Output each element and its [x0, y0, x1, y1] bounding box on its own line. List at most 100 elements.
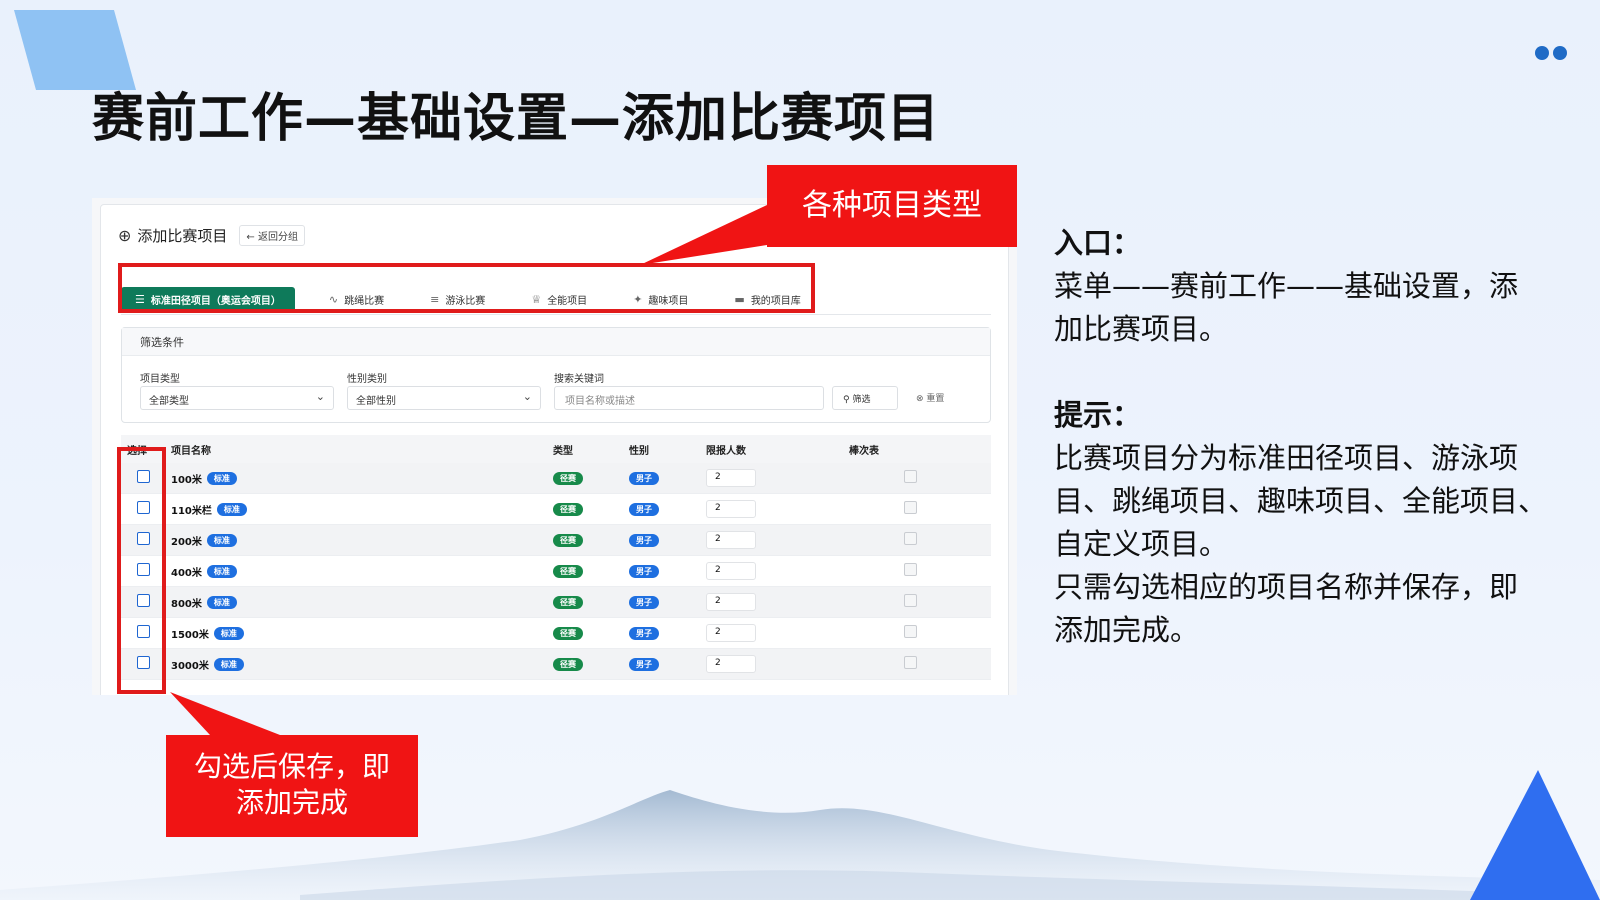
limit-cell: 2 [706, 562, 849, 580]
limit-input[interactable]: 2 [706, 624, 756, 642]
standard-badge: 标准 [216, 502, 247, 516]
relay-checkbox[interactable] [904, 532, 917, 545]
page-header: ⊕ 添加比赛项目 ← 返回分组 [118, 225, 305, 246]
col-limit: 限报人数 [706, 445, 746, 457]
page-title: 添加比赛项目 [137, 227, 228, 245]
table-row: 200米 标准 径赛 男子 2 [121, 525, 991, 556]
gender-badge: 男子 [629, 626, 659, 640]
event-name: 110米栏 [171, 505, 212, 517]
gender-filter-select[interactable]: 全部性别 ⌄ [347, 386, 541, 410]
limit-cell: 2 [706, 500, 849, 518]
filter-button[interactable]: ⚲ 筛选 [832, 386, 898, 410]
event-name: 100米 [171, 474, 202, 486]
gender-cell: 男子 [629, 564, 706, 578]
type-filter-select[interactable]: 全部类型 ⌄ [140, 386, 334, 410]
col-type: 类型 [553, 445, 573, 457]
entry-heading: 入口： [1054, 226, 1142, 260]
standard-badge: 标准 [206, 564, 237, 578]
type-cell: 径赛 [553, 502, 629, 516]
limit-input[interactable]: 2 [706, 562, 756, 580]
events-table: 选择 项目名称 类型 性别 限报人数 棒次表 100米 标准 径赛 男子 2 110米栏标… [121, 435, 991, 680]
table-header: 选择 项目名称 类型 性别 限报人数 棒次表 [121, 435, 991, 463]
standard-badge: 标准 [206, 471, 237, 485]
keyword-label: 搜索关键词 [554, 374, 604, 385]
relay-cell [849, 470, 949, 486]
relay-checkbox[interactable] [904, 594, 917, 607]
limit-input[interactable]: 2 [706, 655, 756, 673]
relay-cell [849, 501, 949, 517]
standard-badge: 标准 [213, 626, 244, 640]
type-cell: 径赛 [553, 533, 629, 547]
add-circle-icon: ⊕ [118, 226, 132, 245]
event-name: 1500米 [171, 629, 209, 641]
standard-badge: 标准 [213, 657, 244, 671]
event-name: 200米 [171, 536, 202, 548]
type-badge: 径赛 [553, 471, 583, 485]
side-notes: 入口： 菜单——赛前工作——基础设置，添 加比赛项目。 提示： 比赛项目分为标准… [1054, 222, 1574, 652]
relay-cell [849, 563, 949, 579]
gender-cell: 男子 [629, 533, 706, 547]
type-badge: 径赛 [553, 595, 583, 609]
tip-text-line: 目、跳绳项目、趣味项目、全能项目、 [1054, 484, 1548, 518]
gender-cell: 男子 [629, 502, 706, 516]
limit-input[interactable]: 2 [706, 500, 756, 518]
reset-button[interactable]: ⊗ 重置 [906, 386, 954, 410]
tip-text-line: 添加完成。 [1054, 613, 1200, 647]
search-icon: ⚲ [843, 395, 850, 405]
entry-text-line: 菜单——赛前工作——基础设置，添 [1054, 269, 1519, 303]
type-badge: 径赛 [553, 533, 583, 547]
slide-title: 赛前工作—基础设置—添加比赛项目 [92, 89, 941, 149]
event-name: 400米 [171, 567, 202, 579]
relay-checkbox[interactable] [904, 656, 917, 669]
name-cell: 3000米 标准 [171, 657, 553, 672]
name-cell: 110米栏 标准 [171, 502, 553, 517]
relay-cell [849, 625, 949, 641]
limit-input[interactable]: 2 [706, 531, 756, 549]
chevron-down-icon: ⌄ [522, 390, 532, 403]
type-cell: 径赛 [553, 626, 629, 640]
filter-panel: 筛选条件 项目类型 全部类型 ⌄ 性别类别 全部性别 ⌄ 搜索关键词 项目名称或… [121, 327, 991, 423]
limit-cell: 2 [706, 624, 849, 642]
tabs-highlight-box [118, 263, 815, 313]
type-cell: 径赛 [553, 564, 629, 578]
tip-text-line: 自定义项目。 [1054, 527, 1229, 561]
table-row: 110米栏 标准 径赛 男子 2 [121, 494, 991, 525]
triangle-decoration [1470, 770, 1600, 900]
gender-badge: 男子 [629, 502, 659, 516]
arrow-left-icon: ← [246, 232, 255, 243]
table-row: 100米 标准 径赛 男子 2 [121, 463, 991, 494]
filter-title: 筛选条件 [122, 328, 990, 356]
type-filter-label: 项目类型 [140, 374, 180, 385]
relay-checkbox[interactable] [904, 501, 917, 514]
name-cell: 100米 标准 [171, 471, 553, 486]
gender-badge: 男子 [629, 564, 659, 578]
col-name: 项目名称 [171, 445, 211, 457]
event-name: 3000米 [171, 660, 209, 672]
checkbox-highlight-box [117, 447, 166, 694]
limit-input[interactable]: 2 [706, 593, 756, 611]
type-badge: 径赛 [553, 626, 583, 640]
relay-checkbox[interactable] [904, 470, 917, 483]
tip-text-line: 比赛项目分为标准田径项目、游泳项 [1054, 441, 1519, 475]
relay-cell [849, 532, 949, 548]
gender-badge: 男子 [629, 533, 659, 547]
keyword-search-input[interactable]: 项目名称或描述 [554, 386, 824, 410]
standard-badge: 标准 [206, 595, 237, 609]
relay-checkbox[interactable] [904, 563, 917, 576]
relay-cell [849, 656, 949, 672]
relay-checkbox[interactable] [904, 625, 917, 638]
type-badge: 径赛 [553, 502, 583, 516]
limit-cell: 2 [706, 655, 849, 673]
col-gender: 性别 [629, 445, 649, 457]
gender-cell: 男子 [629, 595, 706, 609]
save-callout: 勾选后保存，即 添加完成 [166, 735, 418, 837]
gender-filter-label: 性别类别 [347, 374, 387, 385]
table-body: 100米 标准 径赛 男子 2 110米栏 标准 径赛 男子 2 200米 标准 径赛 男子 2 400米 标准… [121, 463, 991, 680]
tabs-callout: 各种项目类型 [767, 165, 1017, 247]
name-cell: 1500米 标准 [171, 626, 553, 641]
gender-cell: 男子 [629, 471, 706, 485]
back-to-group-button[interactable]: ← 返回分组 [239, 225, 305, 246]
dots-decoration [1535, 45, 1571, 64]
limit-cell: 2 [706, 593, 849, 611]
limit-input[interactable]: 2 [706, 469, 756, 487]
